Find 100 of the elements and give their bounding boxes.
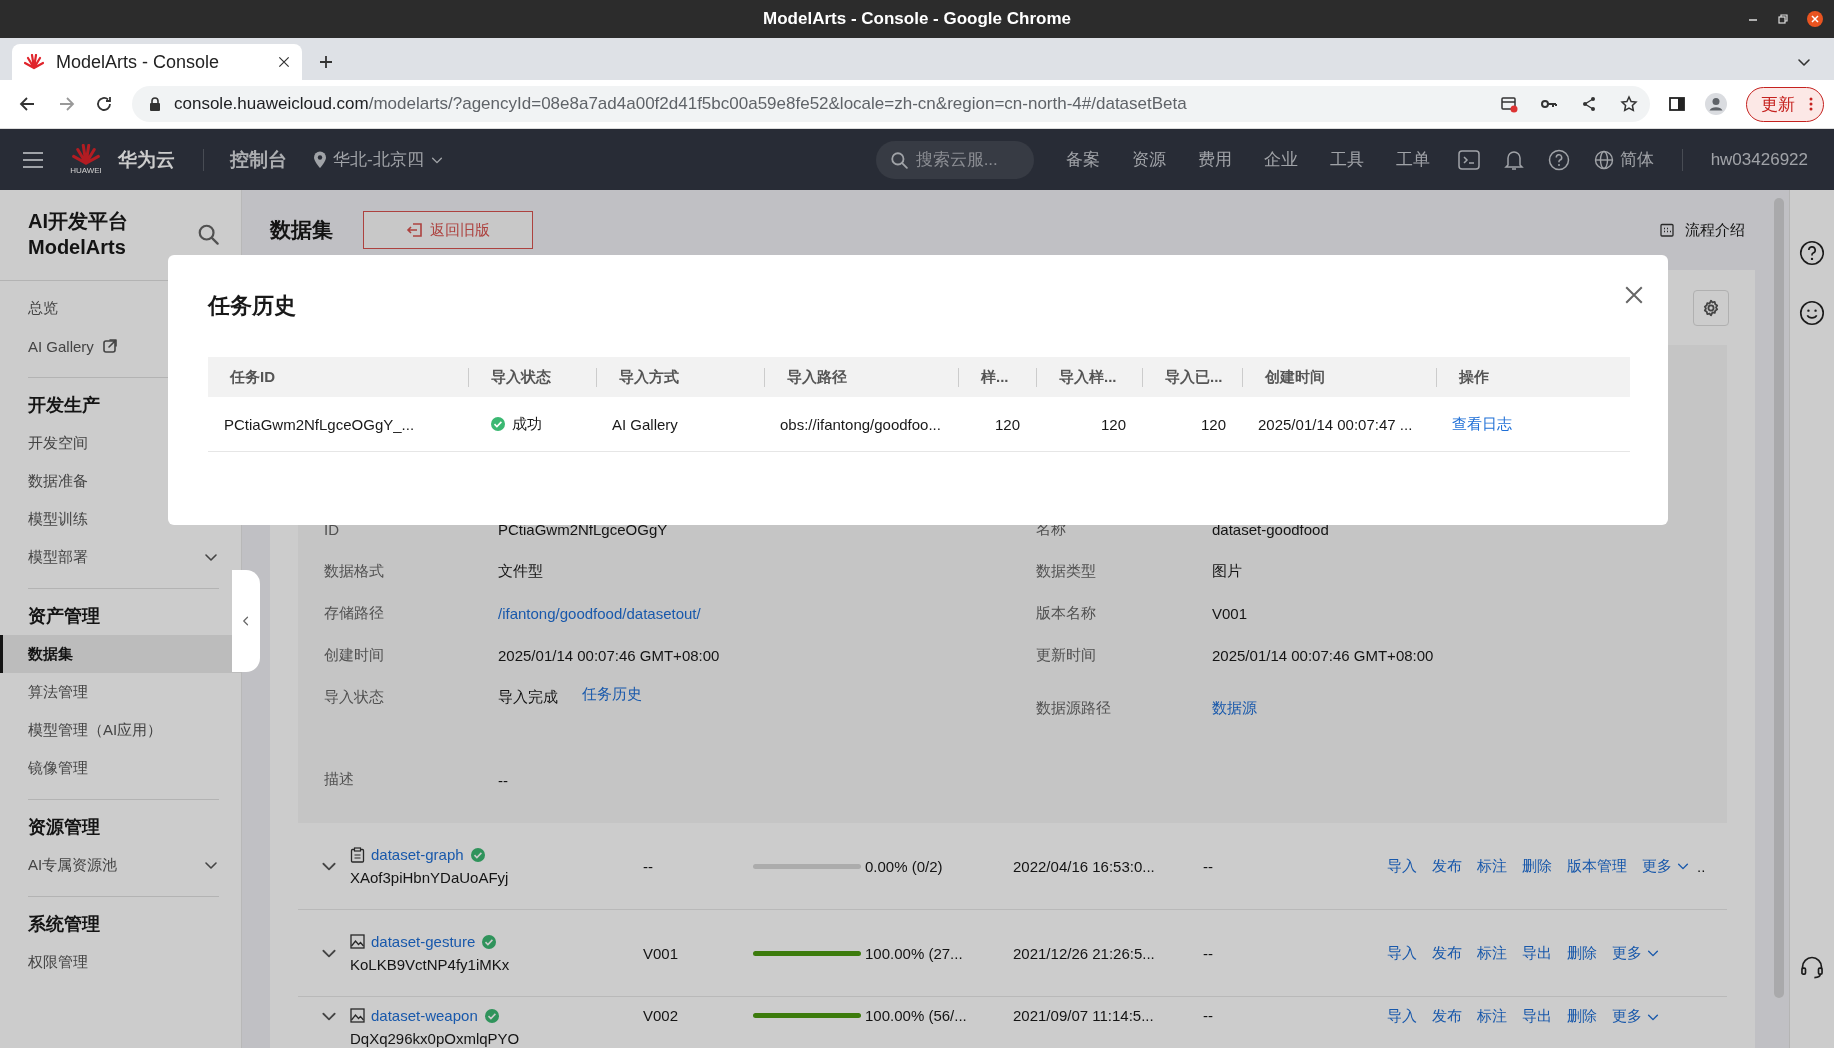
field-link[interactable]: 数据源 — [1212, 699, 1257, 718]
table-cell-text: 120 — [993, 415, 1021, 433]
action-link[interactable]: 导出 — [1522, 943, 1552, 963]
table-cell-text: 120 — [1099, 415, 1127, 433]
column-header: 导入已... — [1142, 367, 1242, 387]
version-text: V002 — [643, 1007, 680, 1024]
address-field[interactable]: console.huaweicloud.com/modelarts/?agencyId=08e8a7ad4a00f2d41f5bc00a59e8fe52&locale=zh-cn&region=cn-north-4#/datasetBeta — [132, 86, 1650, 122]
action-link[interactable]: 标注 — [1477, 856, 1507, 876]
action-link[interactable]: 标注 — [1477, 943, 1507, 963]
update-button[interactable]: 更新 — [1746, 86, 1824, 122]
sidebar-item[interactable]: 权限管理 — [0, 943, 241, 981]
search-field[interactable]: 搜索云服... — [875, 140, 1034, 179]
new-tab-icon[interactable] — [318, 54, 334, 70]
translate-icon[interactable] — [1500, 95, 1518, 113]
page-title: 数据集 — [270, 217, 333, 243]
created-time: 2021/12/26 21:26:5... — [1013, 944, 1156, 962]
field-value: PCtiaGwm2NfLgceOGgY — [498, 520, 668, 538]
console-link[interactable]: 控制台 — [230, 146, 287, 173]
sidebar-heading: 资源管理 — [28, 816, 101, 839]
brand-name[interactable]: 华为云 — [118, 146, 175, 173]
nav-link[interactable]: 企业 — [1263, 148, 1298, 171]
field-value: 导入完成 — [498, 687, 558, 707]
smiley-icon[interactable] — [1799, 300, 1825, 326]
dataset-name-link[interactable]: dataset-weapon — [371, 1007, 478, 1024]
region-selector[interactable]: 华北-北京四 — [313, 148, 444, 171]
browser-tab[interactable]: ModelArts - Console — [12, 44, 302, 80]
huawei-logo[interactable]: HUAWEI — [70, 144, 102, 175]
column-header: 创建时间 — [1242, 367, 1436, 387]
field-label: 数据源路径 — [1036, 699, 1112, 718]
version-text: -- — [643, 857, 654, 875]
close-icon[interactable] — [278, 56, 290, 68]
calendar-icon — [1659, 222, 1675, 238]
profile-icon[interactable] — [1704, 92, 1728, 116]
nav-link[interactable]: 工单 — [1395, 148, 1430, 171]
sidebar-item[interactable]: AI专属资源池 — [0, 846, 241, 884]
table-cell-text: 2025/01/14 00:07:47 ... — [1257, 415, 1414, 433]
action-link[interactable]: 导入 — [1387, 943, 1417, 963]
search-icon — [889, 150, 908, 169]
dataset-name-link[interactable]: dataset-graph — [371, 846, 464, 863]
field-label: 数据类型 — [1036, 561, 1097, 581]
sidebar-item[interactable]: 模型部署 — [0, 538, 241, 576]
user-name[interactable]: hw03426922 — [1710, 149, 1808, 170]
process-intro-link[interactable]: 流程介绍 — [1659, 220, 1745, 240]
view-log-link[interactable]: 查看日志 — [1452, 414, 1512, 432]
action-link[interactable]: 标注 — [1477, 1007, 1507, 1026]
restore-icon[interactable] — [1776, 12, 1790, 26]
more-dropdown[interactable]: 更多 — [1612, 943, 1660, 963]
url-text: console.huaweicloud.com/modelarts/?agencyId=08e8a7ad4a00f2d41f5bc00a59e8fe52&locale=zh-cn&region=cn-north-4#/datasetBeta — [174, 94, 1188, 114]
image-icon — [350, 934, 365, 949]
task-history-link[interactable]: 任务历史 — [582, 684, 642, 704]
collapse-handle[interactable] — [232, 570, 260, 672]
action-link[interactable]: 版本管理 — [1567, 856, 1627, 876]
nav-link[interactable]: 费用 — [1197, 148, 1232, 171]
side-panel-icon[interactable] — [1668, 95, 1686, 113]
more-dropdown[interactable]: 更多 — [1642, 856, 1690, 876]
action-link[interactable]: 导出 — [1522, 1007, 1552, 1026]
action-link[interactable]: 导入 — [1387, 856, 1417, 876]
back-button[interactable]: 返回旧版 — [363, 211, 533, 249]
field-value: -- — [498, 772, 508, 789]
sidebar-item[interactable]: 镜像管理 — [0, 749, 241, 787]
dataset-name-link[interactable]: dataset-gesture — [371, 933, 476, 950]
search-icon[interactable] — [197, 223, 219, 245]
language-selector[interactable]: 简体 — [1593, 148, 1654, 171]
settings-button[interactable] — [1693, 289, 1729, 326]
terminal-icon[interactable] — [1457, 149, 1480, 170]
sidebar-item[interactable]: 数据集 — [0, 635, 241, 673]
nav-link[interactable]: 备案 — [1065, 148, 1100, 171]
action-link[interactable]: 删除 — [1567, 1007, 1597, 1026]
success-icon — [490, 416, 506, 432]
action-link[interactable]: 导入 — [1387, 1007, 1417, 1026]
action-link[interactable]: 发布 — [1432, 856, 1462, 876]
nav-link[interactable]: 工具 — [1329, 148, 1364, 171]
help-icon[interactable] — [1799, 240, 1825, 266]
action-link[interactable]: 删除 — [1567, 943, 1597, 963]
nav-link[interactable]: 资源 — [1131, 148, 1166, 171]
sidebar-item[interactable]: 模型管理（AI应用） — [0, 711, 241, 749]
field-link[interactable]: /ifantong/goodfood/datasetout/ — [498, 604, 701, 622]
menu-icon[interactable] — [22, 150, 44, 169]
reload-icon[interactable] — [94, 94, 114, 114]
action-link[interactable]: 发布 — [1432, 943, 1462, 963]
action-link[interactable]: 删除 — [1522, 856, 1552, 876]
field-label: 导入状态 — [324, 687, 385, 707]
settings-icon — [1702, 298, 1720, 317]
version-text: V001 — [643, 944, 680, 962]
column-header: 任务ID — [229, 367, 276, 387]
column-header: 导入样... — [1036, 367, 1142, 387]
star-icon[interactable] — [1620, 95, 1638, 113]
more-dropdown[interactable]: 更多 — [1612, 1007, 1660, 1026]
bell-icon[interactable] — [1503, 148, 1524, 171]
dataset-id: KoLKB9VctNP4fy1iMKx — [350, 956, 511, 973]
sidebar-item[interactable]: AI Gallery — [0, 327, 241, 365]
close-icon[interactable] — [1806, 10, 1824, 28]
field-value: 图片 — [1212, 561, 1242, 581]
sidebar-item[interactable]: 算法管理 — [0, 673, 241, 711]
table-cell-text: -- — [1203, 857, 1214, 875]
exit-icon — [406, 221, 424, 239]
share-icon[interactable] — [1580, 95, 1598, 113]
headset-icon[interactable] — [1799, 954, 1825, 980]
action-link[interactable]: 发布 — [1432, 1007, 1462, 1026]
scrollbar[interactable] — [1774, 198, 1784, 998]
